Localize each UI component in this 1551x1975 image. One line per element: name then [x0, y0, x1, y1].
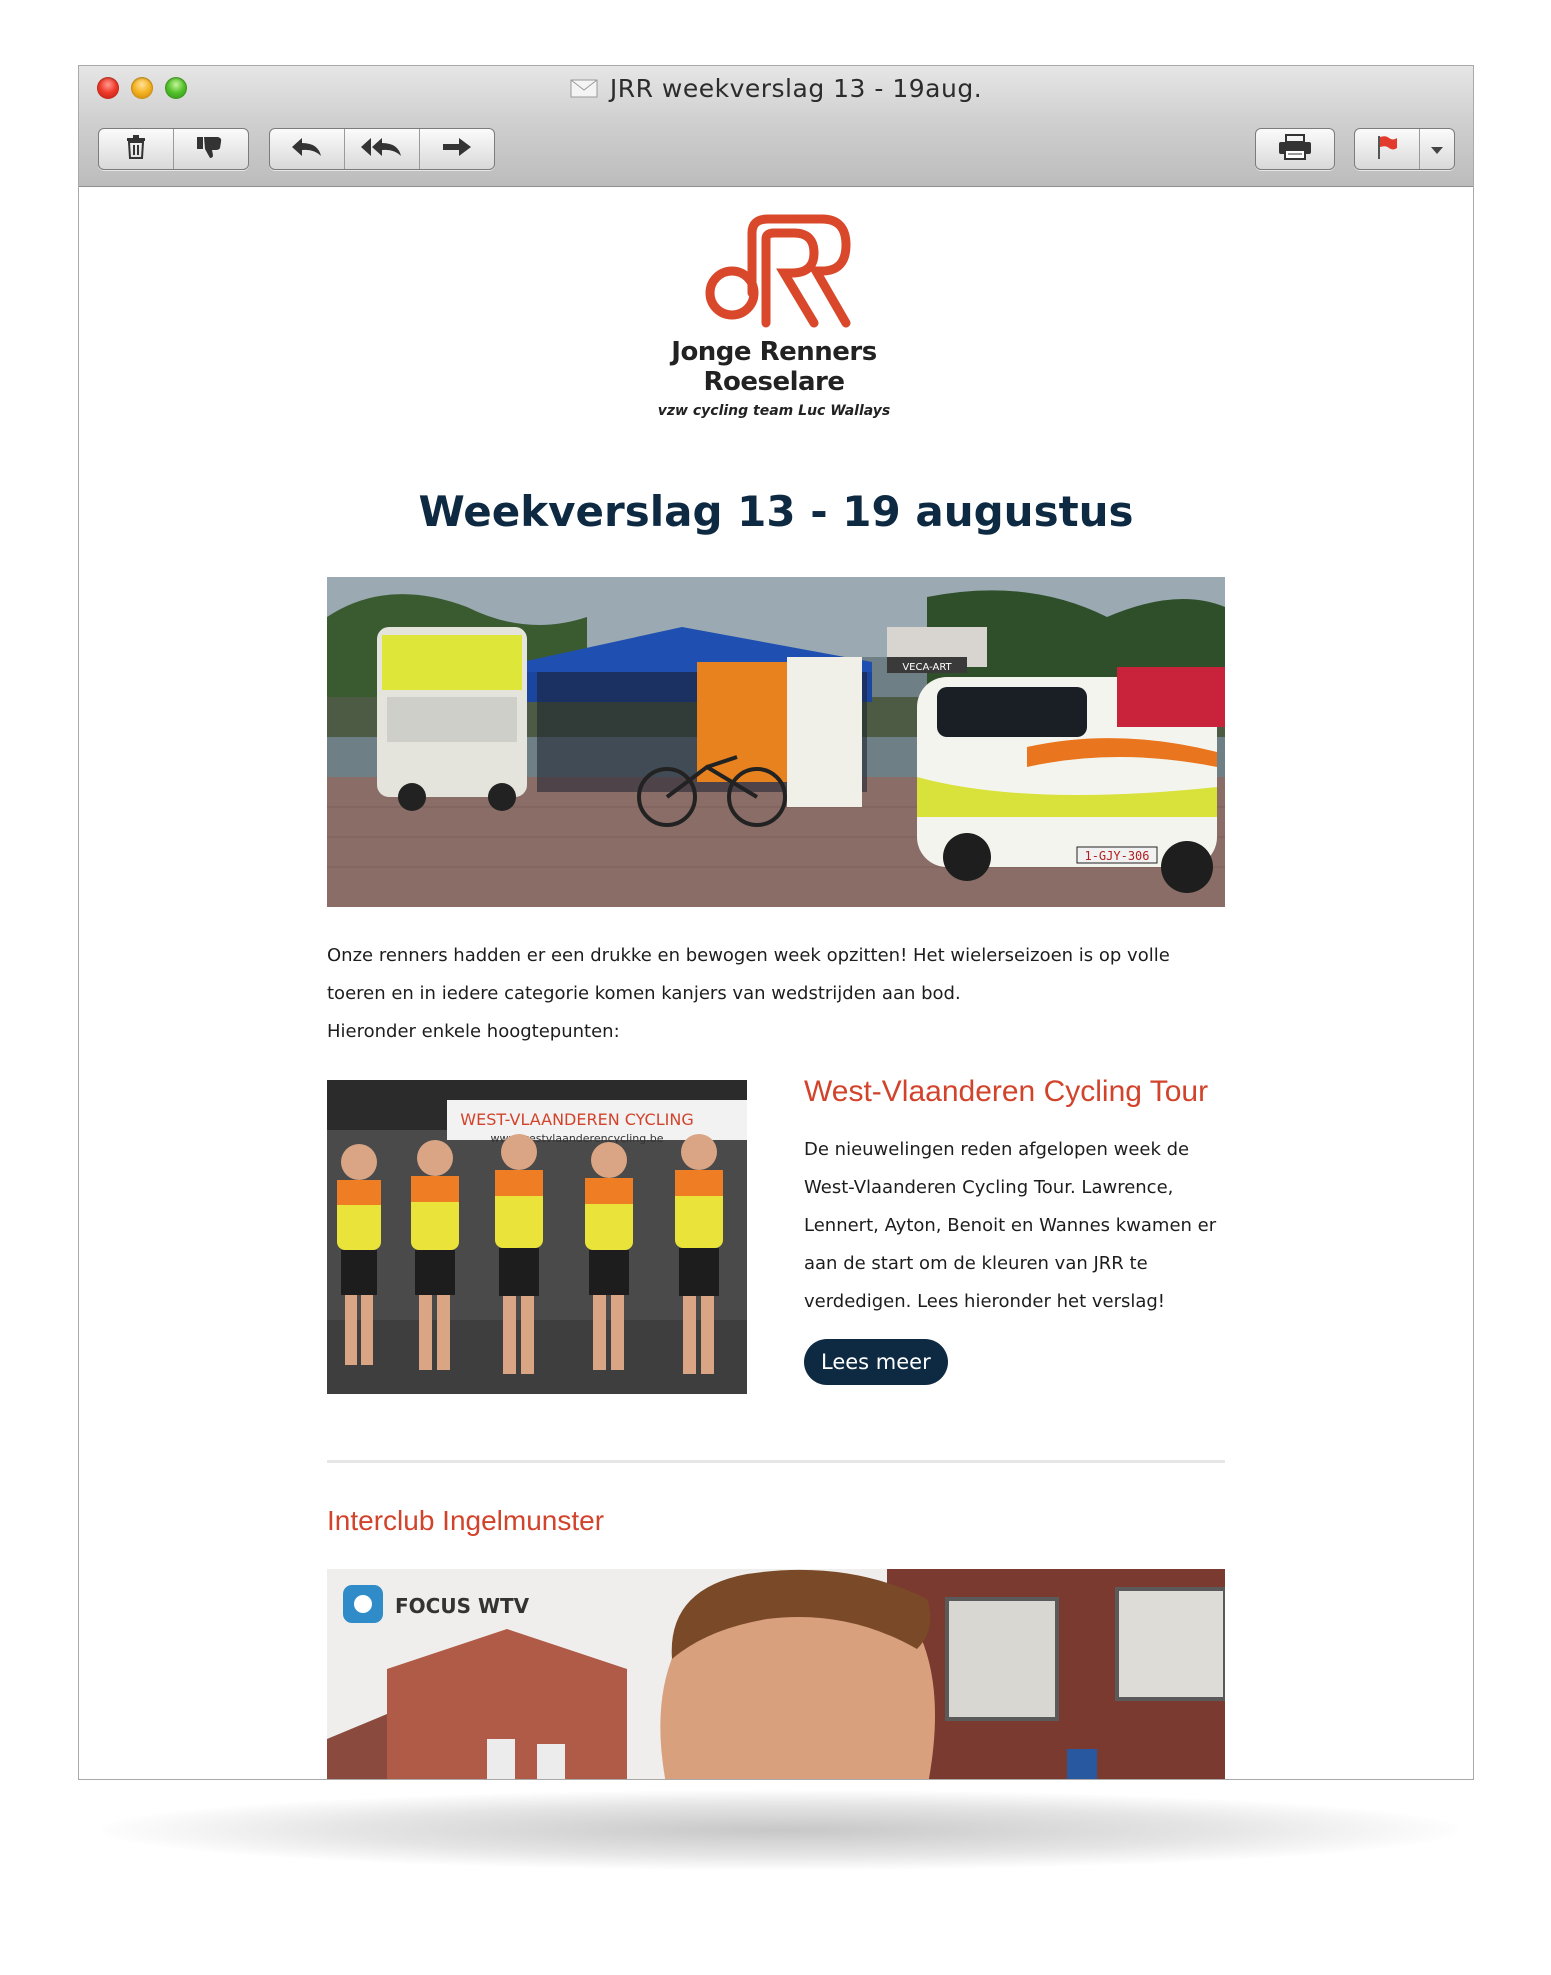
mail-window: JRR weekverslag 13 - 19aug. Jonge Renner… — [78, 65, 1474, 1780]
intro-paragraph: Onze renners hadden er een drukke en bew… — [327, 945, 1170, 1004]
hero-image: 1-GJY-306 VECA-ART — [327, 577, 1225, 907]
junk-button[interactable] — [174, 129, 248, 169]
logo-name: Jonge Renners Roeselare — [671, 337, 877, 397]
print-icon — [1278, 134, 1312, 164]
delete-junk-group — [98, 128, 249, 170]
section-title-interclub: Interclub Ingelmunster — [327, 1505, 605, 1536]
reply-group — [269, 128, 495, 170]
logo-tagline: vzw cycling team Luc Wallays — [657, 403, 891, 419]
forward-icon — [441, 136, 473, 162]
print-group — [1255, 128, 1335, 170]
print-button[interactable] — [1256, 129, 1334, 169]
article-body: De nieuwelingen reden afgelopen week de … — [804, 1139, 1217, 1312]
license-plate-text: 1-GJY-306 — [1084, 849, 1149, 863]
focus-wtv-logo-text: FOCUS WTV — [395, 1594, 530, 1618]
forward-button[interactable] — [420, 129, 494, 169]
jrr-monogram-icon — [705, 214, 851, 328]
team-photo: WEST-VLAANDEREN CYCLING www.westvlaander… — [327, 1080, 747, 1394]
hero-banner-text: VECA-ART — [902, 662, 952, 673]
reply-all-icon — [360, 136, 404, 162]
window-title-text: JRR weekverslag 13 - 19aug. — [609, 74, 983, 103]
flag-button[interactable] — [1355, 129, 1420, 169]
thumbs-down-icon — [196, 135, 226, 163]
chevron-down-icon — [1430, 140, 1444, 159]
delete-button[interactable] — [99, 129, 174, 169]
message-body: Jonge Renners Roeselare vzw cycling team… — [79, 187, 1473, 1779]
photo-banner-text: WEST-VLAANDEREN CYCLING — [460, 1110, 693, 1129]
interclub-photo: FOCUS WTV — [327, 1569, 1225, 1779]
intro-text: Onze renners hadden er een drukke en bew… — [327, 937, 1225, 1051]
article-title: West-Vlaanderen Cycling Tour — [804, 1075, 1209, 1108]
window-titlebar: JRR weekverslag 13 - 19aug. — [79, 66, 1473, 187]
window-shadow — [100, 1790, 1460, 1870]
newsletter-headline: Weekverslag 13 - 19 augustus — [418, 487, 1134, 536]
section-divider — [327, 1460, 1225, 1463]
jrr-logo: Jonge Renners Roeselare vzw cycling team… — [624, 211, 924, 419]
reply-icon — [290, 136, 324, 162]
flag-group — [1354, 128, 1455, 170]
window-title: JRR weekverslag 13 - 19aug. — [79, 74, 1473, 105]
flag-menu-button[interactable] — [1420, 129, 1454, 169]
lees-meer-button[interactable]: Lees meer — [804, 1339, 948, 1385]
article-west-vlaanderen: West-Vlaanderen Cycling Tour De nieuweli… — [804, 1075, 1234, 1385]
trash-icon — [125, 135, 147, 163]
reply-all-button[interactable] — [345, 129, 420, 169]
intro-highlights-label: Hieronder enkele hoogtepunten: — [327, 1021, 620, 1042]
envelope-icon — [570, 76, 598, 105]
flag-icon — [1375, 134, 1399, 164]
reply-button[interactable] — [270, 129, 345, 169]
